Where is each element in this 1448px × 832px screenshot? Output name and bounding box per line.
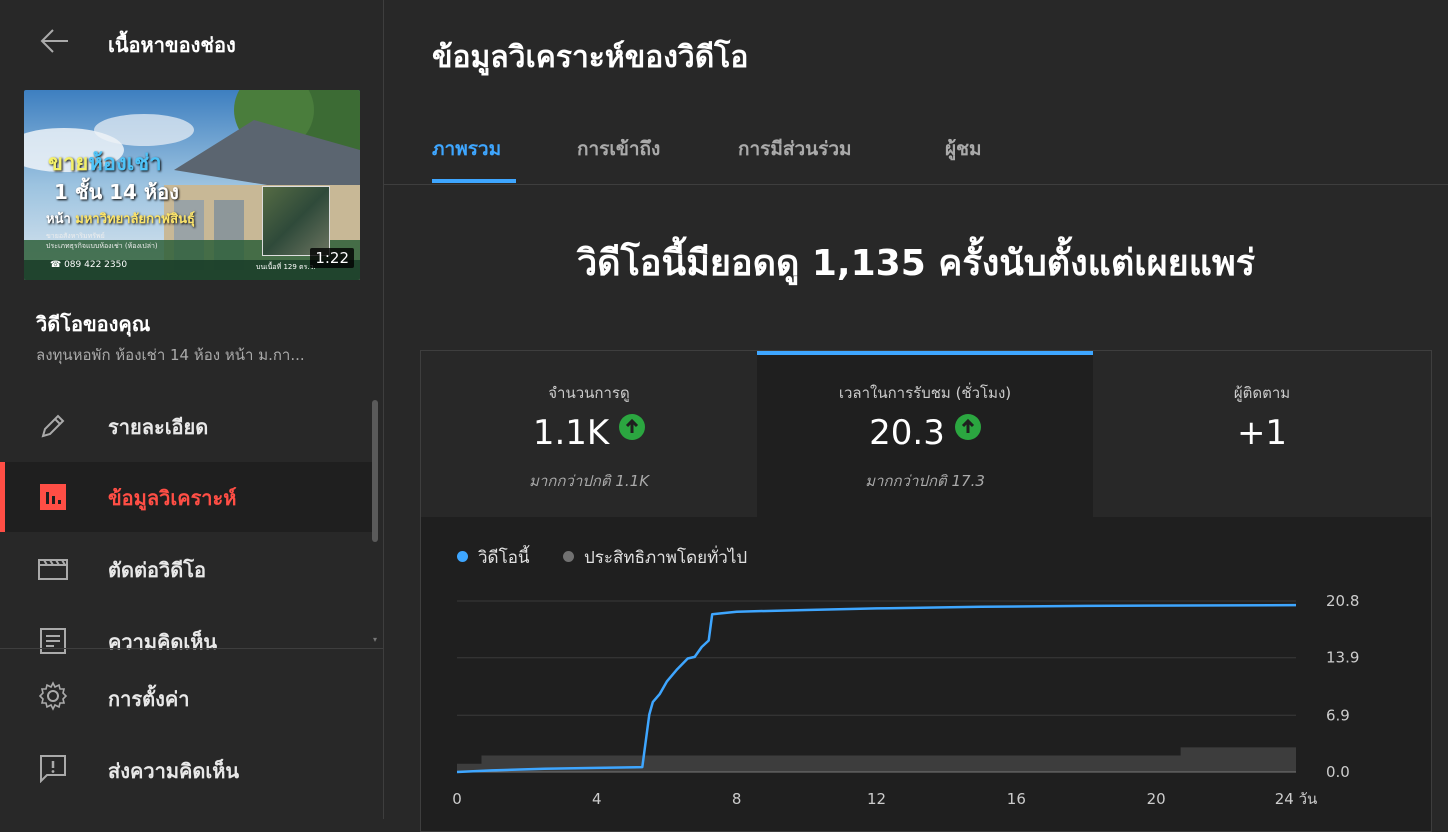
gear-icon — [38, 681, 68, 711]
main-content: ข้อมูลวิเคราะห์ของวิดีโอ ภาพรวม การเข้าถ… — [384, 0, 1448, 832]
nav-item-settings[interactable]: การตั้งค่า — [0, 665, 383, 727]
this-video-line — [456, 603, 1297, 774]
watch-time-chart: 0.0 6.9 13.9 20.8 0 4 8 12 16 20 24 วัน — [452, 592, 1359, 808]
metric-note: มากกว่าปกติ 17.3 — [865, 472, 985, 490]
video-name: ลงทุนหอพัก ห้องเช่า 14 ห้อง หน้า ม.กา... — [36, 346, 305, 364]
y-tick-label: 6.9 — [1326, 706, 1350, 724]
sidebar-scrollbar[interactable] — [372, 400, 378, 542]
nav-item-label: รายละเอียด — [108, 415, 209, 439]
nav-item-analytics[interactable]: ข้อมูลวิเคราะห์ — [0, 462, 374, 532]
trend-up-icon — [619, 414, 646, 440]
analytics-icon — [40, 484, 66, 510]
y-tick-label: 0.0 — [1326, 763, 1350, 781]
nav-item-label: การตั้งค่า — [108, 687, 190, 711]
metric-note: มากกว่าปกติ 1.1K — [528, 472, 650, 490]
page-title: ข้อมูลวิเคราะห์ของวิดีโอ — [432, 40, 749, 75]
tabs-divider — [384, 184, 1448, 185]
tab-audience[interactable]: ผู้ชม — [945, 134, 982, 164]
thumbnail-subheading: 1 ชั้น 14 ห้อง — [54, 180, 179, 204]
metric-subscribers[interactable]: ผู้ติดตาม +1 — [1093, 351, 1431, 517]
tab-engagement[interactable]: การมีส่วนร่วม — [738, 134, 852, 164]
nav-item-label: ส่งความคิดเห็น — [108, 759, 240, 783]
your-video-label: วิดีโอของคุณ — [36, 312, 151, 336]
nav-item-editor[interactable]: ตัดต่อวิดีโอ — [0, 534, 374, 604]
x-tick-label: 24 วัน — [1275, 790, 1318, 808]
x-tick-label: 16 — [1007, 790, 1026, 808]
x-tick-label: 12 — [867, 790, 886, 808]
x-tick-label: 20 — [1147, 790, 1166, 808]
tab-overview[interactable]: ภาพรวม — [432, 134, 501, 164]
comments-icon — [40, 628, 66, 654]
back-arrow-icon[interactable] — [38, 26, 72, 56]
video-duration: 1:22 — [310, 248, 354, 268]
y-tick-label: 20.8 — [1326, 592, 1359, 610]
x-tick-label: 4 — [592, 790, 602, 808]
nav-item-send-feedback[interactable]: ส่งความคิดเห็น — [0, 737, 383, 799]
thumbnail-location: หน้า มหาวิทยาลัยกาฬสินธุ์ — [46, 212, 195, 227]
metric-value: 1.1K — [421, 413, 757, 453]
nav-item-label: ข้อมูลวิเคราะห์ — [108, 486, 237, 510]
trend-up-icon — [954, 414, 981, 440]
nav-item-label: ความคิดเห็น — [108, 630, 218, 654]
thumbnail-small-text: ประเภทธุรกิจแบบห้องเช่า (ห้องเปล่า) — [46, 242, 158, 250]
sidebar: เนื้อหาของช่อง ขายห้องเช่า 1 ชั้น 14 ห้อ… — [0, 0, 384, 819]
legend-this-video[interactable]: วิดีโอนี้ — [457, 544, 530, 571]
tab-reach[interactable]: การเข้าถึง — [577, 134, 660, 164]
editor-icon — [38, 559, 68, 580]
metric-label: ผู้ติดตาม — [1233, 384, 1291, 402]
nav-item-label: ตัดต่อวิดีโอ — [108, 558, 206, 582]
thumbnail-phone: ☎ 089 422 2350 — [50, 260, 128, 270]
thumbnail-map-label: บนเนื้อที่ 129 ตร.ว. — [256, 263, 316, 271]
x-tick-label: 0 — [452, 790, 462, 808]
metric-watch-time[interactable]: เวลาในการรับชม (ชั่วโมง) 20.3 มากกว่าปกต… — [757, 351, 1093, 517]
x-tick-label: 8 — [732, 790, 742, 808]
thumbnail-map — [262, 186, 330, 256]
views-headline: วิดีโอนี้มียอดดู 1,135 ครั้งนับตั้งแต่เผ… — [576, 243, 1256, 284]
video-thumbnail[interactable]: ขายห้องเช่า 1 ชั้น 14 ห้อง หน้า มหาวิทยา… — [24, 90, 360, 280]
active-tab-indicator — [432, 179, 516, 183]
metric-value: +1 — [1236, 413, 1288, 453]
channel-content-title: เนื้อหาของช่อง — [108, 33, 236, 57]
thumbnail-heading: ขายห้องเช่า — [48, 151, 162, 176]
legend-dot — [457, 551, 468, 562]
legend-dot — [563, 551, 574, 562]
sidebar-divider — [0, 648, 383, 649]
metric-label: จำนวนการดู — [548, 384, 630, 402]
scroll-down-icon[interactable]: ▾ — [373, 635, 377, 644]
metric-value: 20.3 — [757, 413, 1093, 453]
legend-typical[interactable]: ประสิทธิภาพโดยทั่วไป — [563, 544, 747, 571]
pencil-icon — [41, 414, 65, 438]
metric-views[interactable]: จำนวนการดู 1.1K มากกว่าปกติ 1.1K — [421, 351, 757, 517]
feedback-icon — [40, 755, 66, 783]
metric-label: เวลาในการรับชม (ชั่วโมง) — [838, 384, 1012, 402]
metrics-card: จำนวนการดู 1.1K มากกว่าปกติ 1.1K เวลาในก… — [420, 350, 1432, 832]
nav-item-details[interactable]: รายละเอียด — [0, 391, 374, 461]
y-tick-label: 13.9 — [1326, 649, 1359, 667]
